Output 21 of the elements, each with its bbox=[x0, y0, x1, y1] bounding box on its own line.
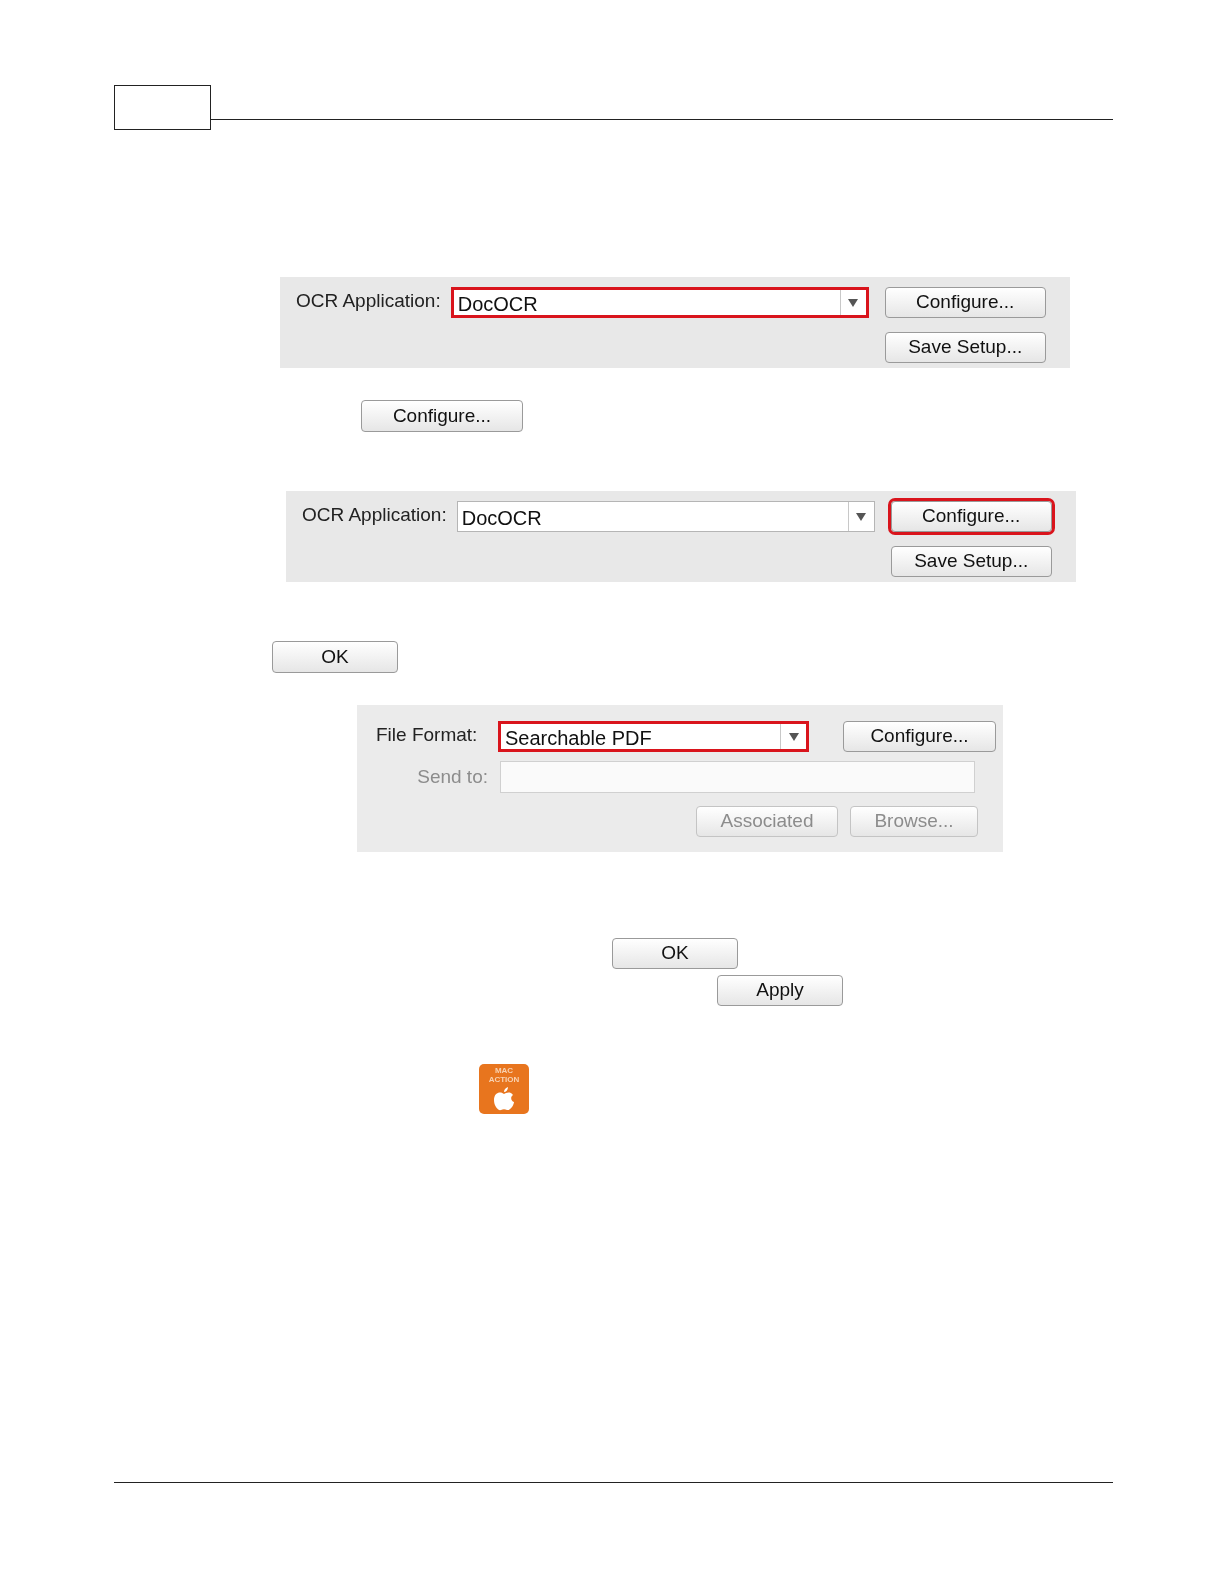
field-label: OCR Application: bbox=[296, 289, 441, 313]
caret-icon bbox=[856, 512, 867, 521]
field-label: Send to: bbox=[416, 764, 489, 789]
button[interactable]: Configure... bbox=[884, 287, 1046, 318]
button[interactable]: Save Setup... bbox=[890, 546, 1052, 577]
button[interactable]: OK bbox=[272, 641, 398, 673]
apple-icon bbox=[492, 1085, 516, 1111]
button[interactable]: OK bbox=[612, 938, 738, 969]
button[interactable]: Save Setup... bbox=[884, 332, 1046, 363]
caret-icon bbox=[848, 298, 859, 307]
button[interactable]: Apply bbox=[717, 975, 843, 1006]
mac-action-badge: MAC ACTION bbox=[479, 1064, 529, 1114]
button[interactable]: Configure... bbox=[843, 721, 996, 752]
dropdown[interactable]: DocOCR bbox=[450, 287, 869, 318]
field-label: OCR Application: bbox=[302, 503, 447, 527]
button[interactable]: Configure... bbox=[361, 400, 523, 432]
caret-icon bbox=[788, 732, 799, 741]
field-label: File Format: bbox=[376, 723, 479, 747]
dropdown[interactable]: Searchable PDF bbox=[498, 721, 809, 752]
dropdown[interactable]: DocOCR bbox=[456, 501, 875, 532]
button[interactable]: Configure... bbox=[890, 501, 1052, 532]
